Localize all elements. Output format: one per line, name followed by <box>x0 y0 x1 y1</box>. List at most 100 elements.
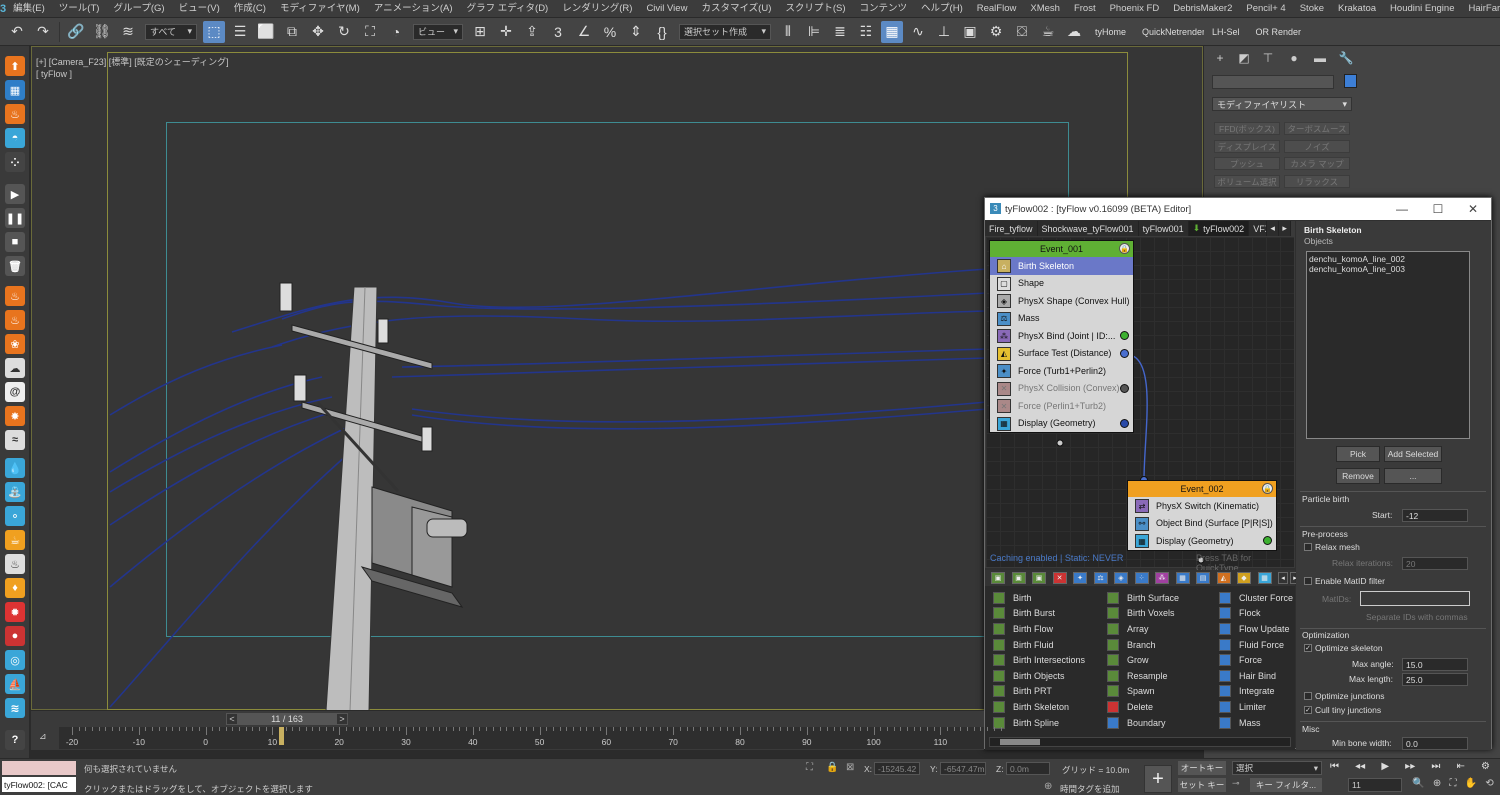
scene-explorer-icon[interactable]: ▦ <box>881 20 903 43</box>
material-editor-icon[interactable]: ▣ <box>959 21 981 43</box>
palette-item[interactable]: Grow <box>1107 652 1217 668</box>
tab-tyflow001[interactable]: tyFlow001 <box>1138 221 1189 236</box>
selection-set-dropdown[interactable]: 選択 ▾ <box>1232 761 1322 775</box>
layer-explorer-icon[interactable]: ≣ <box>829 21 851 43</box>
region-select-icon[interactable]: ⬜ <box>255 21 277 43</box>
link-icon[interactable]: 🔗 <box>65 21 87 43</box>
palette-item[interactable]: Branch <box>1107 637 1217 653</box>
z-coordinate-field[interactable]: 0.0m <box>1006 762 1050 775</box>
menu-stoke[interactable]: Stoke <box>1293 0 1331 18</box>
boat-icon[interactable]: ⛵ <box>5 674 25 694</box>
modifier-button[interactable]: ディスプレイス <box>1214 140 1280 153</box>
lock-icon[interactable]: 🔒 <box>1119 243 1130 254</box>
menu-tools[interactable]: ツール(T) <box>52 0 107 18</box>
palette-item[interactable]: Flow Update <box>1219 621 1293 637</box>
utilities-tab-icon[interactable]: 🔧 <box>1336 50 1356 66</box>
modifier-list-dropdown[interactable]: モディファイヤリスト ▾ <box>1212 97 1352 111</box>
menu-edit[interactable]: 編集(E) <box>6 0 52 18</box>
output-port[interactable] <box>1120 348 1129 358</box>
operator-physx-switch[interactable]: ⇄ PhysX Switch (Kinematic) <box>1128 497 1276 515</box>
ocean-icon[interactable]: ◎ <box>5 650 25 670</box>
edit-named-selection-icon[interactable]: {} <box>651 21 673 43</box>
menu-krakatoa[interactable]: Krakatoa <box>1331 0 1383 18</box>
custom-lh-sel-button[interactable]: LH-Sel <box>1204 27 1248 37</box>
object-list-item[interactable]: denchu_komoA_line_003 <box>1307 264 1469 274</box>
hierarchy-tab-icon[interactable]: ⊤ <box>1258 50 1278 66</box>
candle-icon[interactable]: ♦ <box>5 578 25 598</box>
select-object-icon[interactable]: ⬚ <box>203 20 225 43</box>
close-icon[interactable]: ✕ <box>1455 198 1491 220</box>
render-setup-icon[interactable]: ⚙ <box>985 21 1007 43</box>
operator-force-turb1[interactable]: ✦ Force (Turb1+Perlin2) <box>990 362 1133 380</box>
palette-item[interactable]: Delete <box>1107 699 1217 715</box>
modifier-button[interactable]: ボリューム選択 <box>1214 175 1280 188</box>
zoom-extents-icon[interactable]: ⛶ <box>1449 778 1456 792</box>
palette-item[interactable]: Birth Surface <box>1107 590 1217 606</box>
reference-coordinate-dropdown[interactable]: ビュー ▾ <box>413 23 463 40</box>
palette-item[interactable]: Boundary <box>1107 715 1217 731</box>
liquid-icon[interactable]: 💧 <box>5 458 25 478</box>
play-icon[interactable]: ▶ <box>1381 761 1389 775</box>
category-script-icon[interactable]: ◆ <box>1237 572 1251 584</box>
absolute-mode-icon[interactable]: ⊠ <box>846 762 858 774</box>
menu-debrismaker[interactable]: DebrisMaker2 <box>1166 0 1239 18</box>
display-tab-icon[interactable]: ▬ <box>1310 50 1330 66</box>
palette-item[interactable]: Birth Burst <box>993 606 1103 622</box>
cull-tiny-junctions-checkbox[interactable]: ✓ <box>1304 706 1312 714</box>
modifier-button[interactable]: プッシュ <box>1214 157 1280 170</box>
place-icon[interactable]: ◔ <box>385 21 407 43</box>
category-property-icon[interactable]: ▤ <box>1196 572 1210 584</box>
time-slider[interactable]: 11 / 163 <box>238 713 336 725</box>
create-tab-icon[interactable]: + <box>1210 50 1230 66</box>
time-slider-prev[interactable]: < <box>226 713 238 725</box>
event-001-header[interactable]: Event_001 🔒 <box>990 241 1133 257</box>
custom-quicknetrender-button[interactable]: QuickNetrender <box>1134 27 1204 37</box>
keyboard-shortcut-override-icon[interactable]: ⇪ <box>521 21 543 43</box>
move-icon[interactable]: ✥ <box>307 21 329 43</box>
maximize-icon[interactable]: ☐ <box>1420 198 1456 220</box>
key-filters-button[interactable]: キー フィルタ... <box>1250 778 1322 792</box>
palette-item[interactable]: Hair Bind <box>1219 668 1293 684</box>
curve-editor-icon[interactable]: ∿ <box>907 21 929 43</box>
motion-tab-icon[interactable]: ● <box>1284 50 1304 66</box>
bind-space-warp-icon[interactable]: ≋ <box>117 21 139 43</box>
undo-icon[interactable]: ↶ <box>6 21 28 43</box>
menu-modifiers[interactable]: モディファイヤ(M) <box>273 0 367 18</box>
go-to-start-icon[interactable]: ⏮ <box>1330 761 1339 775</box>
menu-phoenix-fd[interactable]: Phoenix FD <box>1103 0 1167 18</box>
palette-item[interactable]: Fluid Force <box>1219 637 1293 653</box>
menu-pencil[interactable]: Pencil+ 4 <box>1239 0 1292 18</box>
angle-snap-icon[interactable]: ∠ <box>573 21 595 43</box>
snaps-toggle-icon[interactable]: 3 <box>547 21 569 43</box>
menu-houdini-engine[interactable]: Houdini Engine <box>1383 0 1461 18</box>
object-name-field[interactable] <box>1212 75 1334 89</box>
menu-xmesh[interactable]: XMesh <box>1023 0 1067 18</box>
operator-birth-skeleton[interactable]: ⌂ Birth Skeleton <box>990 257 1133 275</box>
palette-item[interactable]: Birth Objects <box>993 668 1103 684</box>
cup-icon[interactable]: ☕ <box>5 530 25 550</box>
start-spinner[interactable]: -12 <box>1402 509 1468 522</box>
operator-shape[interactable]: ▢ Shape <box>990 275 1133 293</box>
output-port[interactable] <box>1263 536 1272 545</box>
palette-item[interactable]: Flock <box>1219 606 1293 622</box>
custom-tyhome-button[interactable]: tyHome <box>1087 27 1134 37</box>
render-iterative-icon[interactable]: ☁ <box>1063 21 1085 43</box>
palette-item[interactable]: Array <box>1107 621 1217 637</box>
y-coordinate-field[interactable]: -6547.47m <box>940 762 986 775</box>
custom-or-render-button[interactable]: OR Render <box>1248 27 1310 37</box>
optimize-skeleton-checkbox[interactable]: ✓ <box>1304 644 1312 652</box>
operator-display-geometry[interactable]: ▦ Display (Geometry) <box>1128 532 1276 550</box>
menu-hairfarm[interactable]: HairFarm <box>1461 0 1500 18</box>
category-bind-icon[interactable]: ⁂ <box>1155 572 1169 584</box>
key-mode-toggle-icon[interactable]: ⇤ <box>1457 761 1465 775</box>
modifier-button[interactable]: リラックス <box>1284 175 1350 188</box>
operator-mass[interactable]: ⚖ Mass <box>990 310 1133 328</box>
bomb-icon[interactable]: ● <box>5 626 25 646</box>
add-selected-button[interactable]: Add Selected <box>1384 446 1442 462</box>
remove-button[interactable]: Remove <box>1336 468 1380 484</box>
set-key-plus-icon[interactable]: + <box>1144 765 1172 793</box>
palette-item[interactable]: Force <box>1219 652 1293 668</box>
trash-icon[interactable]: 🗑 <box>5 256 25 276</box>
menu-frost[interactable]: Frost <box>1067 0 1103 18</box>
palette-scrollbar[interactable] <box>989 737 1291 747</box>
